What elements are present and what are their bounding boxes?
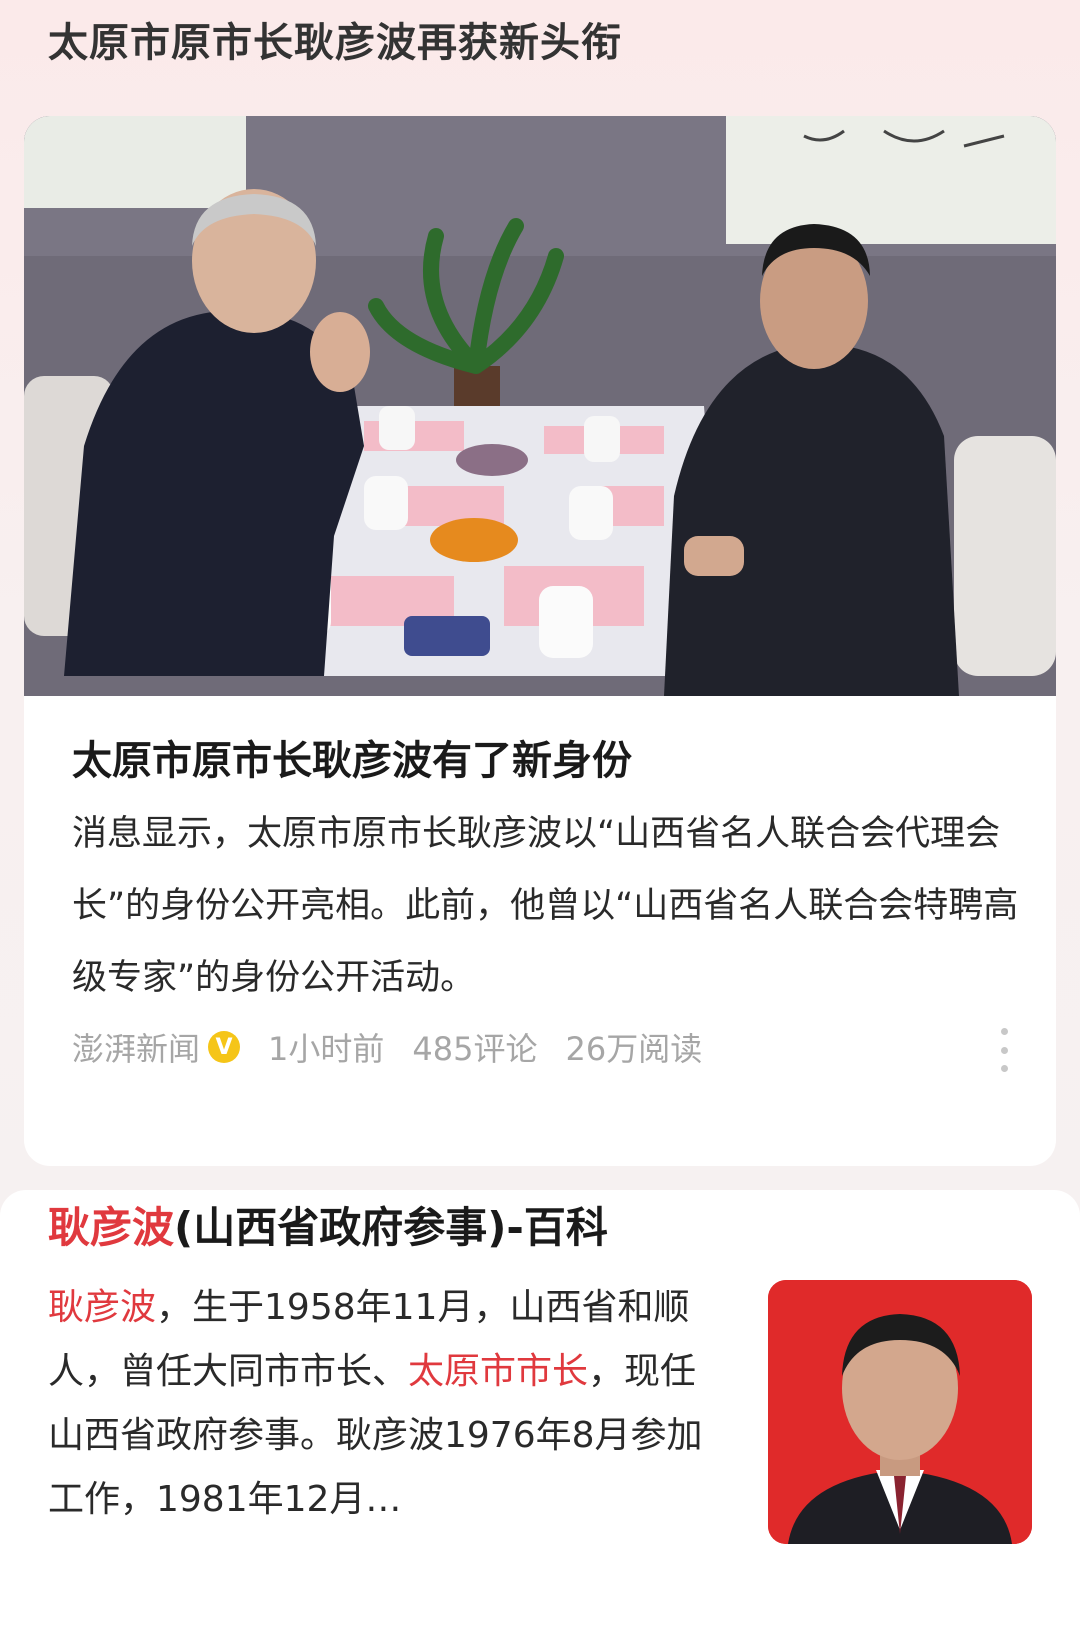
baike-title[interactable]: 耿彦波(山西省政府参事)-百科 <box>48 1194 608 1255</box>
news-meta: 澎湃新闻 V 1小时前 485评论 26万阅读 <box>72 1022 702 1072</box>
baike-keyword: 太原市市长 <box>408 1351 589 1392</box>
news-reads: 26万阅读 <box>565 1030 703 1068</box>
news-photo[interactable] <box>24 116 1056 696</box>
topic-title[interactable]: 太原市原市长耿彦波再获新头衔 <box>48 10 622 68</box>
baike-title-rest: (山西省政府参事)-百科 <box>174 1203 608 1252</box>
news-summary[interactable]: 消息显示，太原市原市长耿彦波以“山西省名人联合会代理会长”的身份公开亮相。此前，… <box>72 798 1022 1014</box>
news-card[interactable]: 太原市原市长耿彦波有了新身份 消息显示，太原市原市长耿彦波以“山西省名人联合会代… <box>24 116 1056 1166</box>
baike-summary[interactable]: 耿彦波，生于1958年11月，山西省和顺人，曾任大同市市长、太原市市长，现任山西… <box>48 1276 728 1532</box>
search-results-page: 太原市原市长耿彦波再获新头衔 太原市原市长耿彦波有了新身份 消息显示，太原市原市… <box>0 0 1080 1633</box>
news-comments[interactable]: 485评论 <box>412 1024 537 1070</box>
baike-title-highlight: 耿彦波 <box>48 1203 175 1252</box>
more-options-icon[interactable] <box>998 1028 1010 1072</box>
baike-portrait[interactable] <box>768 1280 1032 1544</box>
verified-icon: V <box>208 1031 241 1063</box>
news-source[interactable]: 澎湃新闻 <box>72 1024 200 1070</box>
news-headline[interactable]: 太原市原市长耿彦波有了新身份 <box>72 728 632 786</box>
portrait-image <box>768 1280 1032 1544</box>
news-time: 1小时前 <box>268 1030 385 1068</box>
baike-keyword: 耿彦波 <box>48 1287 157 1328</box>
